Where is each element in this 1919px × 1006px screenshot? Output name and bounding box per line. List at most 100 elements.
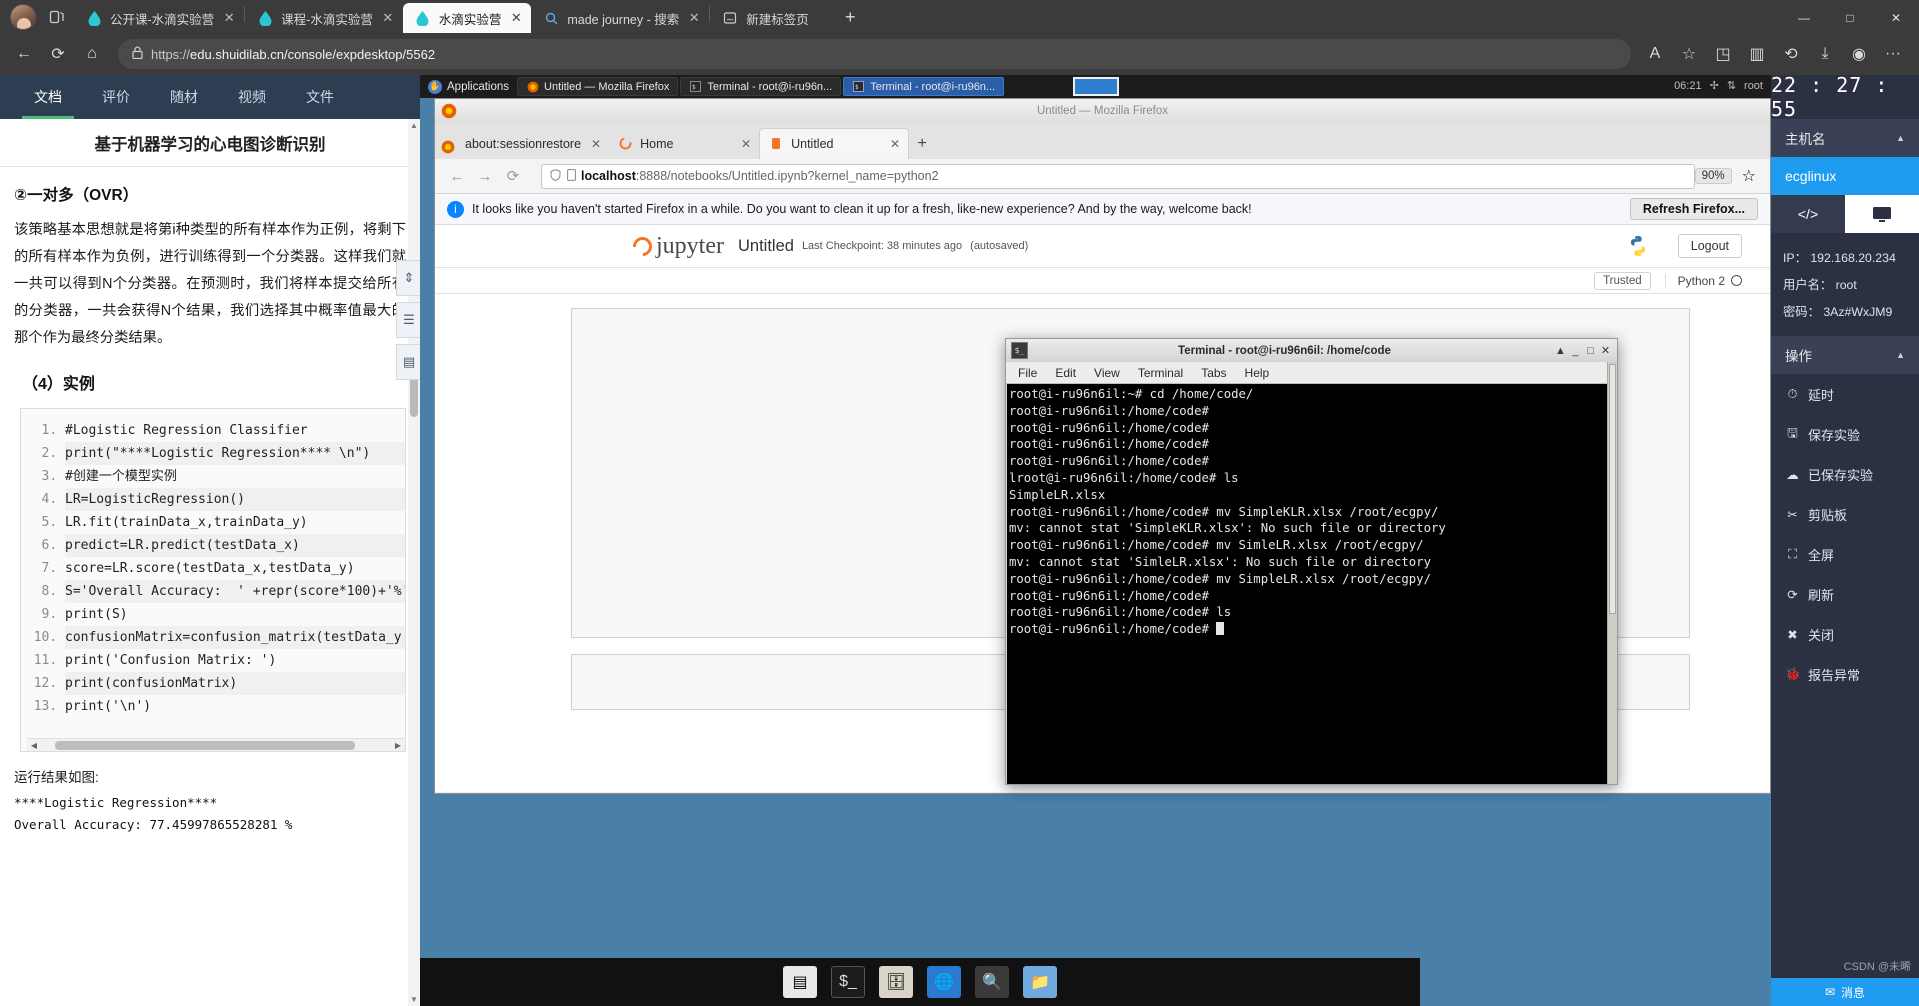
tab-materials[interactable]: 随材 xyxy=(150,75,218,119)
bookmark-star-icon[interactable]: ☆ xyxy=(1742,166,1756,186)
operation-delay[interactable]: ⏱ 延时 xyxy=(1771,374,1919,414)
browser-tab-0[interactable]: 公开课-水滴实验营 ✕ xyxy=(74,3,244,33)
menu-help[interactable]: Help xyxy=(1245,366,1270,380)
taskbar-item-terminal-1[interactable]: $ Terminal - root@i-ru96n... xyxy=(680,77,842,96)
close-icon[interactable]: ✕ xyxy=(731,137,751,151)
kernel-indicator[interactable]: Python 2 xyxy=(1664,273,1742,288)
browser-tab-4[interactable]: 新建标签页 xyxy=(710,3,830,33)
document-vertical-scrollbar[interactable]: ▲ ▼ xyxy=(408,119,420,1006)
more-options-icon[interactable]: ··· xyxy=(1877,38,1909,70)
history-icon[interactable]: ⟲ xyxy=(1775,38,1807,70)
scrollbar-thumb[interactable] xyxy=(1609,364,1616,614)
terminal-output-area[interactable]: root@i-ru96n6il:~# cd /home/code/ root@i… xyxy=(1007,384,1607,784)
close-icon[interactable]: ✕ xyxy=(581,137,601,151)
files-icon[interactable]: ▤ xyxy=(783,966,817,998)
new-tab-button[interactable]: + xyxy=(836,3,864,31)
monitor-icon[interactable] xyxy=(1845,195,1919,233)
taskbar-item-firefox[interactable]: Untitled — Mozilla Firefox xyxy=(517,77,679,96)
message-button[interactable]: ✉ 消息 xyxy=(1771,978,1919,1006)
operations-section-header[interactable]: 操作 ▲ xyxy=(1771,336,1919,374)
firefox-address-bar[interactable]: localhost:8888/notebooks/Untitled.ipynb?… xyxy=(541,163,1695,189)
operation-clipboard[interactable]: ✂ 剪贴板 xyxy=(1771,494,1919,534)
terminal-scrollbar[interactable] xyxy=(1607,362,1617,784)
home-button[interactable]: ⌂ xyxy=(76,38,108,70)
firefox-new-tab-button[interactable]: + xyxy=(909,128,935,159)
operation-close[interactable]: ✖ 关闭 xyxy=(1771,614,1919,654)
profile-icon[interactable]: ◉ xyxy=(1843,38,1875,70)
collections-icon[interactable]: ◳ xyxy=(1707,38,1739,70)
outline-icon[interactable]: ☰ xyxy=(396,302,420,338)
minimize-button[interactable]: _ xyxy=(1568,345,1583,357)
tab-actions-icon[interactable] xyxy=(44,1,70,31)
tab-files[interactable]: 文件 xyxy=(286,75,354,119)
profile-avatar[interactable] xyxy=(10,4,36,30)
operation-save-experiment[interactable]: 🖫 保存实验 xyxy=(1771,414,1919,454)
bluetooth-icon[interactable]: ✢ xyxy=(1710,75,1719,98)
favorite-star-icon[interactable]: ☆ xyxy=(1673,38,1705,70)
remote-desktop-viewport[interactable]: ✋ Applications Untitled — Mozilla Firefo… xyxy=(420,75,1771,1006)
firefox-tab-sessionrestore[interactable]: about:sessionrestore ✕ xyxy=(455,128,609,159)
downloads-icon[interactable]: ⤓ xyxy=(1809,38,1841,70)
scroll-right-icon[interactable]: ▶ xyxy=(391,741,405,750)
logout-button[interactable]: Logout xyxy=(1677,234,1742,258)
tab-document[interactable]: 文档 xyxy=(14,75,82,119)
scroll-down-icon[interactable]: ▼ xyxy=(408,995,420,1004)
globe-icon[interactable]: 🌐 xyxy=(927,966,961,998)
scroll-up-icon[interactable]: ▲ xyxy=(408,121,420,130)
close-icon[interactable]: ✕ xyxy=(685,9,703,27)
operation-fullscreen[interactable]: ⛶ 全屏 xyxy=(1771,534,1919,574)
jupyter-logo[interactable]: jupyter xyxy=(629,233,724,260)
close-window-button[interactable]: ✕ xyxy=(1873,2,1919,33)
folder-icon[interactable]: 📁 xyxy=(1023,966,1057,998)
scrollbar-thumb[interactable] xyxy=(55,740,355,750)
code-icon[interactable]: </> xyxy=(1771,195,1845,233)
address-bar[interactable]: https://edu.shuidilab.cn/console/expdesk… xyxy=(118,39,1631,69)
archive-icon[interactable]: 🗄 xyxy=(879,966,913,998)
maximize-button[interactable]: □ xyxy=(1583,345,1598,357)
code-horizontal-scrollbar[interactable]: ◀ ▶ xyxy=(27,738,405,751)
firefox-forward-button[interactable]: → xyxy=(471,168,499,185)
tray-username[interactable]: root xyxy=(1744,75,1763,98)
menu-edit[interactable]: Edit xyxy=(1055,366,1076,380)
firefox-reload-button[interactable]: ⟳ xyxy=(499,167,527,185)
firefox-tab-untitled-active[interactable]: Untitled ✕ xyxy=(759,128,910,159)
menu-file[interactable]: File xyxy=(1018,366,1037,380)
maximize-button[interactable]: □ xyxy=(1827,2,1873,33)
browser-tab-3[interactable]: made journey - 搜索 ✕ xyxy=(531,3,709,33)
read-aloud-icon[interactable]: A xyxy=(1639,38,1671,70)
scroll-left-icon[interactable]: ◀ xyxy=(27,741,41,750)
close-icon[interactable]: ✕ xyxy=(220,9,238,27)
network-icon[interactable]: ⇅ xyxy=(1727,75,1736,98)
refresh-button[interactable]: ⟳ xyxy=(42,38,74,70)
hostname-value[interactable]: ecglinux xyxy=(1771,157,1919,195)
close-icon[interactable]: ✕ xyxy=(507,9,525,27)
hostname-section-header[interactable]: 主机名 ▲ xyxy=(1771,119,1919,157)
refresh-firefox-button[interactable]: Refresh Firefox... xyxy=(1629,198,1758,220)
minimize-button[interactable]: — xyxy=(1781,2,1827,33)
tab-evaluation[interactable]: 评价 xyxy=(82,75,150,119)
tab-video[interactable]: 视频 xyxy=(218,75,286,119)
back-button[interactable]: ← xyxy=(8,38,40,70)
zoom-level-badge[interactable]: 90% xyxy=(1694,168,1732,184)
close-button[interactable]: ✕ xyxy=(1598,344,1613,357)
layout-icon[interactable]: ▤ xyxy=(396,344,420,380)
browser-tab-2-active[interactable]: 水滴实验营 ✕ xyxy=(402,3,532,33)
menu-view[interactable]: View xyxy=(1094,366,1120,380)
browser-tab-1[interactable]: 课程-水滴实验营 ✕ xyxy=(245,3,403,33)
search-icon[interactable]: 🔍 xyxy=(975,966,1009,998)
terminal-window[interactable]: $_ Terminal - root@i-ru96n6il: /home/cod… xyxy=(1005,338,1618,785)
chevron-up-icon[interactable]: ▲ xyxy=(1896,350,1905,360)
close-icon[interactable]: ✕ xyxy=(379,9,397,27)
shade-button[interactable]: ▲ xyxy=(1553,345,1568,357)
firefox-tab-home[interactable]: Home ✕ xyxy=(609,128,759,159)
close-icon[interactable]: ✕ xyxy=(880,137,900,151)
split-screen-icon[interactable]: ▥ xyxy=(1741,38,1773,70)
workspace-switcher[interactable] xyxy=(1072,77,1119,96)
terminal-icon[interactable]: $_ xyxy=(831,966,865,998)
firefox-back-button[interactable]: ← xyxy=(443,168,471,185)
operation-saved-experiments[interactable]: ☁ 已保存实验 xyxy=(1771,454,1919,494)
menu-terminal[interactable]: Terminal xyxy=(1138,366,1183,380)
operation-report-issue[interactable]: 🐞 报告异常 xyxy=(1771,654,1919,694)
operation-refresh[interactable]: ⟳ 刷新 xyxy=(1771,574,1919,614)
menu-tabs[interactable]: Tabs xyxy=(1201,366,1226,380)
